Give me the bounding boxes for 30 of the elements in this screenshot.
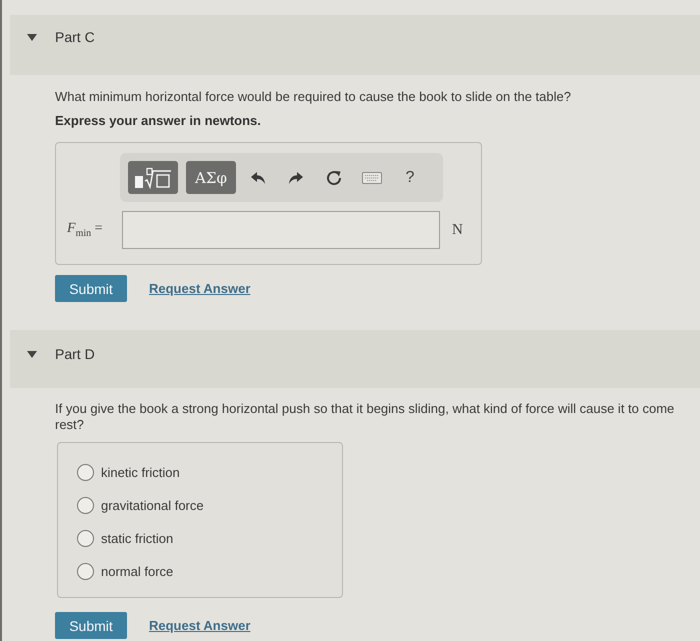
reset-icon	[326, 170, 342, 186]
part-title: Part C	[55, 28, 95, 46]
submit-button[interactable]: Submit	[55, 612, 127, 639]
request-answer-link[interactable]: Request Answer	[149, 281, 250, 296]
choice-label: normal force	[101, 564, 174, 579]
instruction-text: Express your answer in newtons.	[55, 113, 262, 129]
symbols-button[interactable]: ΑΣφ	[186, 161, 236, 194]
question-text: What minimum horizontal force would be required to cause the book to slide on the table?	[55, 89, 572, 105]
unit-label: N	[452, 222, 463, 238]
radio-button[interactable]	[77, 530, 94, 547]
redo-icon	[288, 170, 304, 184]
question-text: If you give the book a strong horizontal push so that it begins sliding, what kind of force will cause it to come rest?	[55, 401, 676, 433]
radio-button[interactable]	[77, 497, 94, 514]
caret-icon[interactable]	[27, 351, 37, 358]
radical-template-icon	[134, 166, 172, 188]
choice-label: kinetic friction	[101, 465, 180, 480]
keyboard-icon	[362, 172, 382, 184]
undo-icon	[250, 170, 266, 184]
caret-icon[interactable]	[27, 34, 37, 41]
radio-button[interactable]	[77, 563, 94, 580]
submit-button[interactable]: Submit	[55, 275, 127, 302]
answer-field[interactable]	[122, 211, 440, 249]
part-title: Part D	[55, 345, 95, 363]
radio-button[interactable]	[77, 464, 94, 481]
templates-button[interactable]	[128, 161, 178, 194]
variable-label: F$_{min}$ =	[67, 221, 104, 239]
choice-label: gravitational force	[101, 498, 204, 513]
choice-label: static friction	[101, 531, 174, 546]
request-answer-link[interactable]: Request Answer	[149, 618, 250, 633]
help-button[interactable]: ?	[391, 161, 429, 194]
